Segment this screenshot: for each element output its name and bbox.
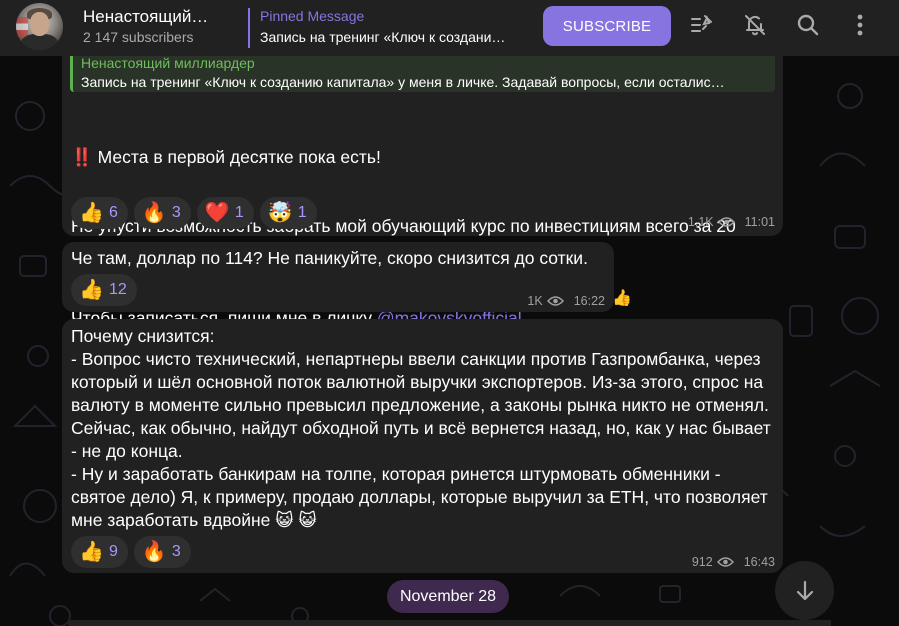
reaction-mind-blown[interactable]: 🤯 1: [259, 197, 317, 229]
message-bubble-2[interactable]: Че там, доллар по 114? Не паникуйте, ско…: [62, 242, 614, 312]
avatar-body-shape: [21, 34, 58, 50]
reaction-thumbs-up[interactable]: 👍 9: [71, 536, 128, 568]
view-count: 912: [691, 555, 713, 569]
reaction-count: 6: [109, 204, 118, 221]
telegram-channel-view: Ненастоящий… 2 147 subscribers Pinned Me…: [0, 0, 899, 626]
message-time: 11:01: [744, 215, 775, 229]
subscribe-button[interactable]: SUBSCRIBE: [543, 6, 671, 46]
scroll-down-button[interactable]: [775, 561, 834, 620]
view-count: 1K: [527, 294, 543, 308]
mind-blown-icon: 🤯: [267, 202, 293, 224]
chat-header: Ненастоящий… 2 147 subscribers Pinned Me…: [0, 0, 899, 56]
reaction-fire[interactable]: 🔥 3: [133, 536, 191, 568]
reactions-row: 👍 9 🔥 3: [71, 536, 191, 568]
reaction-fire[interactable]: 🔥 3: [133, 197, 191, 229]
thumbs-up-icon: 👍: [79, 541, 104, 563]
reaction-thumbs-up[interactable]: 👍 6: [71, 197, 128, 229]
thumbs-up-icon: 👍: [79, 202, 104, 224]
eye-icon: [716, 557, 734, 567]
thumbs-up-icon: 👍: [79, 279, 104, 301]
reply-author: Ненастоящий миллиардер: [81, 55, 255, 71]
message-meta: 912 16:43: [692, 555, 775, 569]
quick-reaction-button[interactable]: 👍: [606, 284, 638, 312]
message-text: Че там, доллар по 114? Не паникуйте, ско…: [71, 248, 588, 268]
pinned-label: Pinned Message: [260, 8, 365, 24]
next-message-edge: [68, 620, 831, 626]
reply-preview[interactable]: Ненастоящий миллиардер Запись на тренинг…: [70, 52, 775, 92]
subscriber-count: 2 147 subscribers: [83, 29, 194, 45]
search-icon[interactable]: [795, 12, 821, 38]
message-meta: 1K 16:22: [527, 294, 605, 308]
fire-icon: 🔥: [141, 541, 167, 563]
more-vertical-icon[interactable]: [847, 12, 873, 38]
message-bubble-1[interactable]: Ненастоящий миллиардер Запись на тренинг…: [62, 48, 783, 328]
message-time: 16:43: [743, 555, 775, 569]
heart-icon: ❤️: [204, 202, 230, 224]
reaction-count: 1: [297, 204, 307, 221]
eye-icon: [717, 217, 735, 227]
channel-title[interactable]: Ненастоящий…: [83, 7, 228, 27]
pinned-text: Запись на тренинг «Ключ к создани…: [260, 29, 506, 45]
reaction-count: 12: [109, 281, 127, 298]
pinned-message-bar[interactable]: Pinned Message Запись на тренинг «Ключ к…: [248, 8, 523, 48]
reaction-count: 3: [171, 204, 181, 221]
pin-list-icon[interactable]: [689, 12, 715, 38]
avatar-face-shape: [30, 12, 49, 36]
reaction-count: 1: [234, 204, 244, 221]
message-bubble-3[interactable]: Почему снизится: - Вопрос чисто техничес…: [62, 319, 783, 573]
reactions-row: 👍 12: [71, 274, 137, 306]
view-count: 1.1K: [687, 215, 714, 229]
reaction-heart[interactable]: ❤️ 1: [196, 197, 254, 229]
channel-avatar[interactable]: [16, 3, 63, 50]
message-time: 16:22: [573, 294, 605, 308]
reactions-row: 👍 6 🔥 3 ❤️ 1 🤯 1: [71, 197, 317, 229]
arrow-down-icon: [796, 580, 813, 600]
reply-text: Запись на тренинг «Ключ к созданию капит…: [81, 74, 725, 90]
message-text: Почему снизится: - Вопрос чисто техничес…: [71, 326, 771, 530]
bell-off-icon[interactable]: [742, 12, 768, 38]
reaction-count: 9: [109, 543, 118, 560]
reaction-count: 3: [171, 543, 181, 560]
reaction-thumbs-up[interactable]: 👍 12: [71, 274, 137, 306]
date-separator: November 28: [387, 580, 509, 613]
avatar-flag-shape: [16, 17, 28, 37]
message-meta: 1.1K 11:01: [688, 215, 775, 229]
fire-icon: 🔥: [141, 202, 167, 224]
eye-icon: [546, 296, 564, 306]
message-line: ‼️ Места в первой десятке пока есть!: [71, 147, 381, 167]
